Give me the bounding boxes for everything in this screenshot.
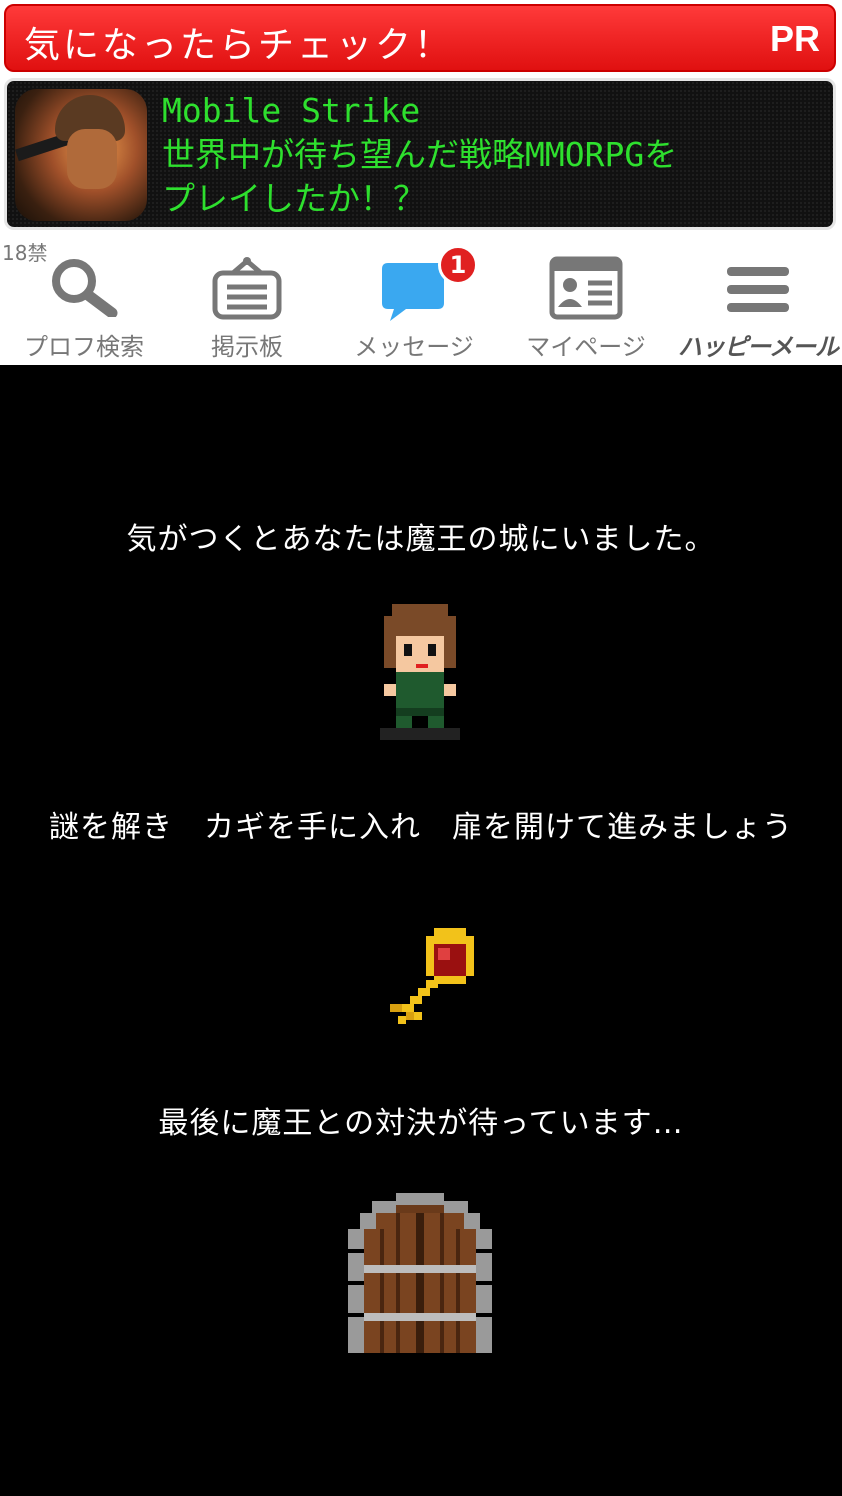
ad-banner[interactable]: 気になったらチェック！ PR <box>4 4 836 72</box>
nav-bar: 18禁 プロフ検索 掲示板 1 メッセージ マイページ ハッピーメール <box>0 235 842 365</box>
nav-label-message: メッセージ <box>354 333 474 361</box>
nav-label-board: 掲示板 <box>211 333 283 361</box>
key-icon <box>390 928 474 1024</box>
pr-label: PR <box>769 18 820 59</box>
profile-card-icon <box>549 256 623 320</box>
ad-line-2: プレイしたか！？ <box>162 179 426 218</box>
ad-copy: Mobile Strike 世界中が待ち望んだ戦略MMORPGを プレイしたか！… <box>162 89 822 221</box>
ad-app-icon <box>15 89 147 221</box>
brand-label: ハッピーメール <box>677 333 839 361</box>
story-line-1: 気がつくとあなたは魔王の城にいました。 <box>126 522 716 557</box>
nav-item-menu[interactable]: ハッピーメール <box>674 235 842 365</box>
door-icon <box>348 1193 492 1353</box>
ad-title: Mobile Strike <box>162 91 421 130</box>
nav-item-profile-search[interactable]: プロフ検索 <box>0 235 168 365</box>
board-icon <box>212 257 282 320</box>
ad-card[interactable]: Mobile Strike 世界中が待ち望んだ戦略MMORPGを プレイしたか！… <box>4 78 836 230</box>
menu-icon <box>727 267 789 312</box>
search-icon <box>52 259 118 317</box>
ad-header: 気になったらチェック！ PR Mobile Strike 世界中が待ち望んだ戦略… <box>0 0 842 235</box>
nav-item-board[interactable]: 掲示板 <box>163 235 331 365</box>
nav-label-profile-search: プロフ検索 <box>24 333 144 361</box>
nav-label-mypage: マイページ <box>526 333 646 361</box>
story-line-3: 最後に魔王との対決が待っています… <box>158 1106 684 1141</box>
nav-item-message[interactable]: 1 メッセージ <box>330 235 498 365</box>
hero-character-sprite <box>380 604 460 740</box>
ad-line-1: 世界中が待ち望んだ戦略MMORPGを <box>162 135 678 174</box>
nav-item-mypage[interactable]: マイページ <box>502 235 670 365</box>
ad-banner-text: 気になったらチェック！ <box>24 25 454 66</box>
message-count-badge: 1 <box>438 245 478 285</box>
story-line-2: 謎を解き カギを手に入れ 扉を開けて進みましょう <box>49 810 793 845</box>
